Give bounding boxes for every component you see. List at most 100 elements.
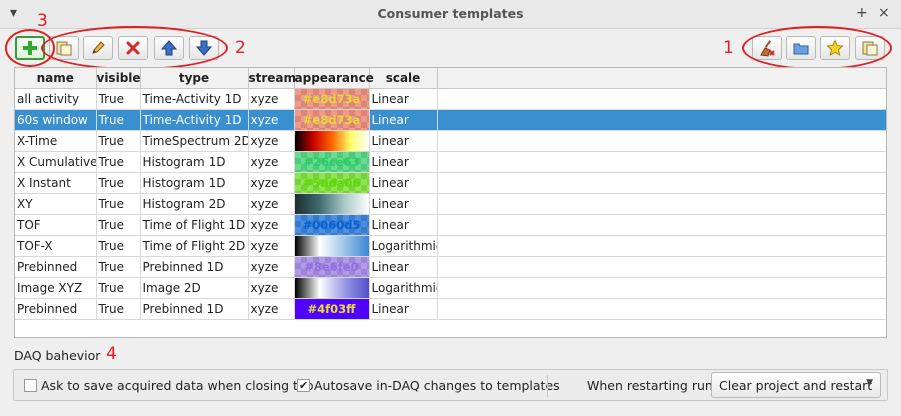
table-row[interactable]: X Cumulative True Histogram 1D xyze #26ce63 L… xyxy=(15,151,886,173)
cell-appearance[interactable]: #0060d5 xyxy=(294,214,370,236)
cell-scale: Logarithmic xyxy=(369,235,438,257)
column-header-appearance[interactable]: appearance xyxy=(294,68,374,89)
table-row[interactable]: TOF-X True Time of Flight 2D xyze Logarithmi… xyxy=(15,235,886,257)
daq-behavior-group: Ask to save acquired data when closing t… xyxy=(13,369,888,401)
window-titlebar: ▾ Consumer templates + × xyxy=(0,0,901,29)
cell-type: Prebinned 1D xyxy=(140,298,249,320)
column-header-filler xyxy=(437,68,886,89)
cell-scale: Linear xyxy=(369,298,438,320)
annotation-oval-1 xyxy=(742,26,892,70)
cell-name: all activity xyxy=(15,88,97,110)
cell-type: Time-Activity 1D xyxy=(140,88,249,110)
cell-name: TOF-X xyxy=(15,235,97,257)
cell-filler xyxy=(437,130,886,152)
table-row[interactable]: TOF True Time of Flight 1D xyze #0060d5 Linea… xyxy=(15,214,886,236)
appearance-swatch xyxy=(294,194,368,214)
annotation-oval-2 xyxy=(41,26,228,70)
cell-visible: True xyxy=(96,88,141,110)
autosave-label[interactable]: Autosave in-DAQ changes to templates xyxy=(314,378,560,393)
cell-appearance[interactable] xyxy=(294,277,370,299)
cell-filler xyxy=(437,277,886,299)
close-icon[interactable]: × xyxy=(878,5,890,21)
cell-name: X-Time xyxy=(15,130,97,152)
cell-visible: True xyxy=(96,151,141,173)
float-icon[interactable]: + xyxy=(856,5,868,21)
cell-visible: True xyxy=(96,130,141,152)
cell-appearance[interactable]: #5dda06 xyxy=(294,172,370,194)
cell-stream: xyze xyxy=(248,130,295,152)
cell-name: Prebinned xyxy=(15,256,97,278)
cell-appearance[interactable]: #4f03ff xyxy=(294,298,370,320)
cell-filler xyxy=(437,214,886,236)
restart-run-select[interactable]: Clear project and restart ▼ xyxy=(711,372,881,398)
column-header-scale[interactable]: scale xyxy=(369,68,438,89)
cell-visible: True xyxy=(96,256,141,278)
column-header-name[interactable]: name xyxy=(15,68,97,89)
cell-filler xyxy=(437,193,886,215)
cell-type: Histogram 1D xyxy=(140,172,249,194)
ask-save-label[interactable]: Ask to save acquired data when closing t… xyxy=(41,378,314,393)
cell-visible: True xyxy=(96,172,141,194)
annotation-label-3: 3 xyxy=(37,11,48,31)
column-header-stream[interactable]: stream xyxy=(248,68,296,89)
cell-scale: Linear xyxy=(369,172,438,194)
column-header-visible[interactable]: visible xyxy=(96,68,141,89)
cell-visible: True xyxy=(96,109,141,131)
column-header-type[interactable]: type xyxy=(140,68,249,89)
table-header: name visible type stream appearance scal… xyxy=(15,68,886,89)
annotation-label-1: 1 xyxy=(723,38,734,58)
cell-appearance[interactable] xyxy=(294,193,370,215)
table-row[interactable]: Prebinned True Prebinned 1D xyze #8e6fe0 Line… xyxy=(15,256,886,278)
table-row[interactable]: X-Time True TimeSpectrum 2D xyze Linear xyxy=(15,130,886,152)
cell-stream: xyze xyxy=(248,277,295,299)
appearance-swatch: #5dda06 xyxy=(294,173,368,193)
cell-scale: Linear xyxy=(369,214,438,236)
cell-name: 60s window xyxy=(15,109,97,131)
cell-scale: Logarithmic xyxy=(369,277,438,299)
cell-appearance[interactable]: #e8d73a xyxy=(294,88,370,110)
table-row[interactable]: Image XYZ True Image 2D xyze Logarithmic xyxy=(15,277,886,299)
autosave-checkbox[interactable]: ✔ xyxy=(297,379,310,392)
cell-visible: True xyxy=(96,277,141,299)
cell-appearance[interactable]: #8e6fe0 xyxy=(294,256,370,278)
cell-appearance[interactable]: #26ce63 xyxy=(294,151,370,173)
cell-appearance[interactable]: #e8d73a xyxy=(294,109,370,131)
cell-name: X Cumulative xyxy=(15,151,97,173)
templates-table[interactable]: name visible type stream appearance scal… xyxy=(14,67,887,338)
cell-appearance[interactable] xyxy=(294,235,370,257)
cell-visible: True xyxy=(96,214,141,236)
cell-type: Histogram 2D xyxy=(140,193,249,215)
cell-scale: Linear xyxy=(369,130,438,152)
cell-stream: xyze xyxy=(248,88,295,110)
table-row[interactable]: X Instant True Histogram 1D xyze #5dda06 Line… xyxy=(15,172,886,194)
cell-name: Prebinned xyxy=(15,298,97,320)
cell-name: TOF xyxy=(15,214,97,236)
cell-stream: xyze xyxy=(248,214,295,236)
appearance-swatch xyxy=(294,278,368,298)
cell-type: Histogram 1D xyxy=(140,151,249,173)
ask-save-checkbox[interactable] xyxy=(24,379,37,392)
divider xyxy=(547,375,548,397)
cell-filler xyxy=(437,235,886,257)
cell-stream: xyze xyxy=(248,235,295,257)
table-row[interactable]: Prebinned True Prebinned 1D xyze #4f03ff Line… xyxy=(15,298,886,320)
cell-name: Image XYZ xyxy=(15,277,97,299)
cell-type: Prebinned 1D xyxy=(140,256,249,278)
cell-type: Image 2D xyxy=(140,277,249,299)
cell-filler xyxy=(437,88,886,110)
table-row[interactable]: all activity True Time-Activity 1D xyze #e8d… xyxy=(15,88,886,110)
table-row[interactable]: 60s window True Time-Activity 1D xyze #e8d73… xyxy=(15,109,886,131)
appearance-swatch: #e8d73a xyxy=(294,110,368,130)
cell-name: X Instant xyxy=(15,172,97,194)
cell-appearance[interactable] xyxy=(294,130,370,152)
appearance-swatch: #26ce63 xyxy=(294,152,368,172)
cell-type: Time-Activity 1D xyxy=(140,109,249,131)
appearance-swatch: #8e6fe0 xyxy=(294,257,368,277)
cell-visible: True xyxy=(96,298,141,320)
cell-stream: xyze xyxy=(248,109,295,131)
cell-stream: xyze xyxy=(248,172,295,194)
annotation-label-4: 4 xyxy=(106,344,117,364)
table-row[interactable]: XY True Histogram 2D xyze Linear xyxy=(15,193,886,215)
cell-stream: xyze xyxy=(248,193,295,215)
appearance-swatch: #4f03ff xyxy=(294,299,368,319)
